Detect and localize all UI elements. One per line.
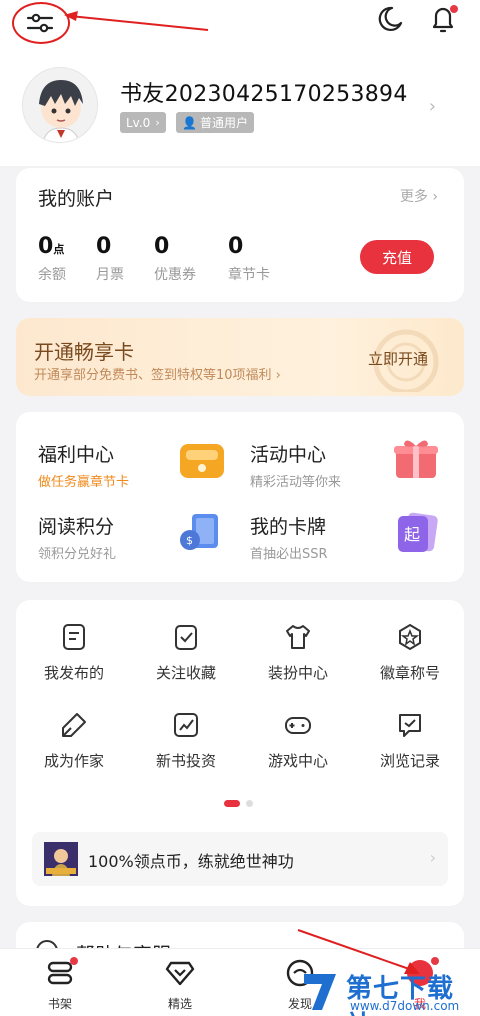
user-icon: 👤: [182, 115, 197, 130]
tshirt-icon: [286, 625, 310, 649]
account-more-link[interactable]: 更多 ›: [400, 186, 438, 206]
notification-dot: [450, 5, 458, 13]
avatar[interactable]: [22, 67, 98, 143]
vip-desc: 开通享部分免费书、签到特权等10项福利 ›: [34, 368, 281, 383]
stat-balance[interactable]: 0点 余额: [38, 234, 66, 284]
tab-bookshelf[interactable]: 书架: [20, 957, 100, 1012]
chevron-right-icon: ›: [428, 96, 436, 117]
post-icon: [63, 624, 85, 650]
notification-dot: [431, 957, 439, 965]
gamepad-icon: [285, 717, 311, 734]
tab-featured[interactable]: 精选: [140, 957, 220, 1012]
grid-item-book-invest[interactable]: 新书投资: [130, 710, 242, 771]
profile-header[interactable]: 书友20230425170253894 Lv.0 › 👤 普通用户 ›: [0, 50, 480, 166]
watermark-logo-icon: [304, 974, 336, 1010]
my-cards[interactable]: 我的卡牌 首抽必出SSR: [250, 512, 328, 562]
welfare-center[interactable]: 福利中心 做任务赢章节卡: [38, 440, 129, 490]
favorite-icon: [175, 625, 197, 650]
chart-icon: [174, 713, 198, 737]
promo-banner[interactable]: 100%领点币，练就绝世神功 ›: [32, 832, 448, 886]
vip-open-button[interactable]: 立即开通: [368, 348, 428, 369]
vip-banner[interactable]: 开通畅享卡 开通享部分免费书、签到特权等10项福利 › 立即开通: [16, 318, 464, 396]
top-bar: [0, 0, 480, 50]
bell-icon[interactable]: [428, 2, 458, 34]
badge-icon: [399, 623, 421, 651]
account-card: 我的账户 更多 › 0点 余额 0 月票 0 优惠券 0 章节卡 充值: [16, 168, 464, 302]
page-indicator: [224, 800, 264, 808]
promo-text: 100%领点币，练就绝世神功: [88, 852, 294, 871]
moon-icon[interactable]: [374, 4, 404, 34]
annotation-arrow: [64, 11, 209, 31]
svg-text:$: $: [186, 534, 193, 547]
promo-image: [44, 842, 78, 876]
benefits-card: 福利中心 做任务赢章节卡 活动中心 精彩活动等你来 阅读积分 领积分兑好礼 $: [16, 412, 464, 582]
chevron-right-icon: ›: [429, 848, 436, 867]
feature-grid: 我发布的 关注收藏 装扮中心 徽章称号 成为作家 新书投资 游戏中心 浏览记录 …: [16, 600, 464, 906]
vip-title: 开通畅享卡: [34, 340, 134, 364]
username: 书友20230425170253894: [120, 82, 408, 107]
notification-dot: [70, 957, 78, 965]
history-icon: [399, 714, 421, 737]
grid-item-become-author[interactable]: 成为作家: [18, 710, 130, 771]
activity-center[interactable]: 活动中心 精彩活动等你来: [250, 440, 341, 490]
pen-icon: [62, 713, 86, 737]
stat-coupon[interactable]: 0 优惠券: [154, 234, 196, 284]
user-type-badge: 👤 普通用户: [176, 112, 254, 133]
stat-chapter-card[interactable]: 0 章节卡: [228, 234, 270, 284]
grid-item-favorites[interactable]: 关注收藏: [130, 622, 242, 683]
account-title: 我的账户: [38, 188, 115, 210]
book-points-icon: $: [176, 510, 224, 554]
diamond-icon: [165, 961, 195, 986]
welfare-coin-icon: [178, 438, 226, 482]
grid-item-badges[interactable]: 徽章称号: [354, 622, 466, 683]
recharge-button[interactable]: 充值: [360, 240, 434, 274]
grid-item-history[interactable]: 浏览记录: [354, 710, 466, 771]
watermark: 第七下载站 www.d7down.com: [300, 966, 480, 1016]
card-icon: 起: [392, 510, 440, 554]
reading-points[interactable]: 阅读积分 领积分兑好礼: [38, 512, 116, 562]
grid-item-my-posts[interactable]: 我发布的: [18, 622, 130, 683]
level-badge[interactable]: Lv.0 ›: [120, 112, 166, 133]
grid-item-dressup[interactable]: 装扮中心: [242, 622, 354, 683]
svg-text:起: 起: [404, 525, 420, 544]
stat-monthly-ticket[interactable]: 0 月票: [96, 234, 124, 284]
grid-item-game-center[interactable]: 游戏中心: [242, 710, 354, 771]
gift-icon: [392, 436, 440, 480]
